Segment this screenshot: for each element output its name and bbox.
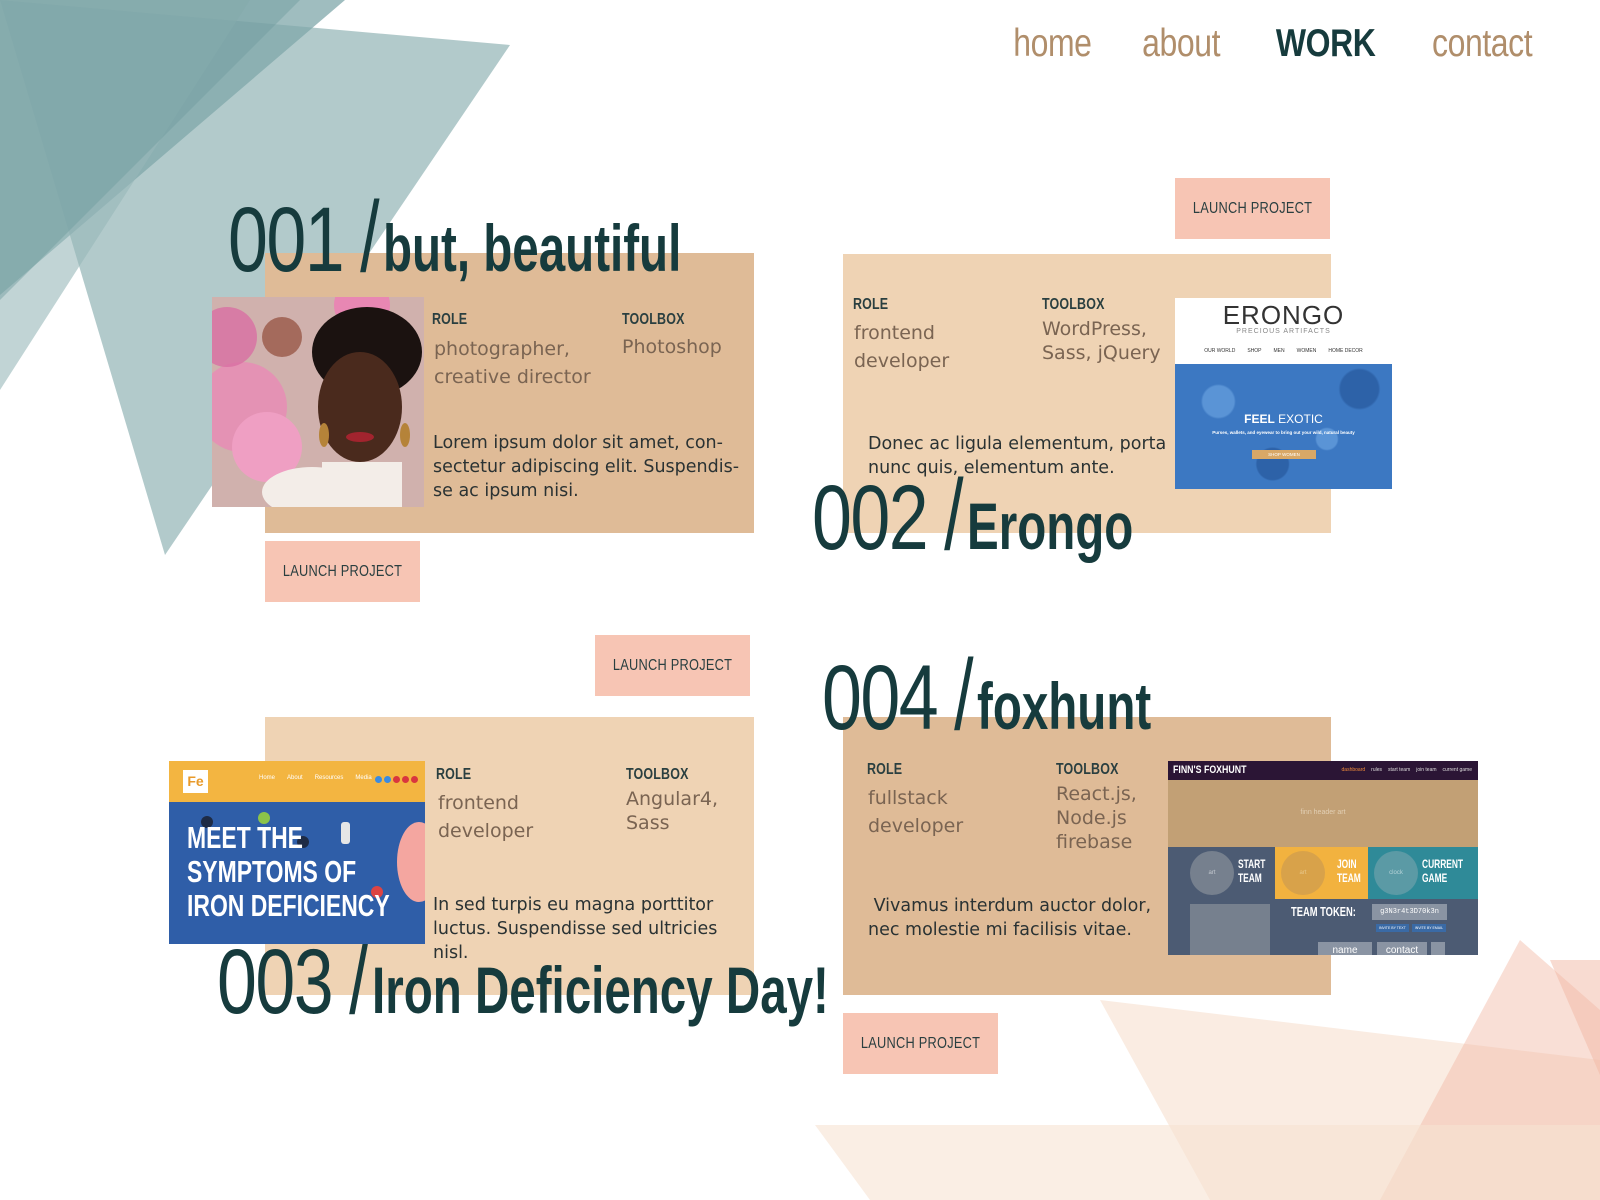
description-line-1: Donec ac ligula elementum, porta: [868, 434, 1167, 454]
foxhunt-menu: dashboard rules start team join team cur…: [1342, 767, 1472, 773]
social-icons: [375, 776, 418, 783]
iron-menu-item: About: [287, 775, 303, 781]
name-field: name: [1318, 942, 1372, 955]
team-token-label: TEAM TOKEN:: [1291, 904, 1356, 919]
nav-work[interactable]: WORK: [1276, 22, 1376, 66]
toolbox-line-2: Node.js: [1056, 807, 1127, 829]
toolbox-line-1: Angular4,: [626, 788, 719, 810]
invite-text-button: INVITE BY TEXT: [1376, 924, 1409, 932]
foxhunt-menu-item: dashboard: [1341, 767, 1366, 773]
erongo-menu-item: OUR WORLD: [1204, 348, 1236, 354]
toolbox-line-2: Sass, jQuery: [1042, 342, 1161, 364]
project-003-launch-button[interactable]: LAUNCH PROJECT: [595, 635, 750, 696]
iron-header: Fe Home About Resources Media: [169, 761, 425, 802]
project-001-title: 001/but, beautiful: [228, 181, 682, 293]
iron-menu: Home About Resources Media: [259, 775, 372, 781]
role-line-1: fullstack: [868, 787, 948, 809]
role-line-1: frontend: [854, 322, 935, 344]
project-002-title: 002/Erongo: [812, 459, 1134, 571]
role-line-1: photographer,: [434, 338, 570, 360]
erongo-menu-item: SHOP: [1247, 348, 1262, 354]
role-line-2: developer: [868, 815, 964, 837]
foxhunt-header: FINN'S FOXHUNT dashboard rules start tea…: [1168, 761, 1478, 780]
toolbox-label: TOOLBOX: [626, 766, 689, 783]
project-number: 002: [812, 467, 929, 569]
toolbox-line-1: React.js,: [1056, 783, 1137, 805]
project-001-photo: [212, 297, 424, 507]
main-nav: home about WORK contact: [996, 22, 1533, 66]
iron-headline-2: SYMPTOMS OF: [187, 854, 357, 889]
contact-field: contact: [1377, 942, 1427, 955]
nav-about[interactable]: about: [1142, 22, 1220, 66]
iron-menu-item: Home: [259, 775, 276, 781]
description-line-1: Vivamus interdum auctor dolor,: [868, 896, 1152, 916]
project-number: 004: [822, 647, 939, 749]
foxhunt-tile: art JOIN TEAM: [1275, 847, 1368, 899]
iron-headline-3: IRON DEFICIENCY: [187, 888, 390, 923]
invite-email-button: INVITE BY EMAIL: [1411, 924, 1447, 932]
role-line-2: creative director: [434, 366, 591, 388]
foxhunt-menu-item: start team: [1388, 767, 1411, 773]
erongo-cta: SHOP WOMEN: [1252, 450, 1316, 459]
toolbox-line-2: Sass: [626, 812, 670, 834]
toolbox-label: TOOLBOX: [1042, 296, 1105, 313]
project-number: 003: [217, 931, 334, 1033]
project-number: 001: [228, 189, 345, 291]
foxhunt-tile: art START TEAM: [1168, 847, 1275, 899]
project-004-screenshot: FINN'S FOXHUNT dashboard rules start tea…: [1168, 761, 1478, 955]
toolbox-line-1: Photoshop: [622, 336, 722, 358]
foxhunt-menu-item: rules: [1371, 767, 1382, 773]
description-line-1: Lorem ipsum dolor sit amet, con-: [433, 433, 723, 453]
iron-menu-item: Media: [355, 775, 372, 781]
project-003-screenshot: Fe Home About Resources Media MEET THE S…: [169, 761, 425, 944]
role-line-1: frontend: [438, 792, 519, 814]
nav-home[interactable]: home: [1013, 22, 1092, 66]
description-line-3: se ac ipsum nisi.: [433, 481, 579, 501]
project-001-launch-button[interactable]: LAUNCH PROJECT: [265, 541, 420, 602]
erongo-subline: Purses, wallets, and eyewear to bring ou…: [1212, 430, 1355, 435]
erongo-menu-item: MEN: [1273, 348, 1285, 354]
description-line-1: In sed turpis eu magna porttitor: [433, 895, 714, 915]
erongo-hero: FEEL EXOTIC Purses, wallets, and eyewear…: [1175, 364, 1392, 489]
erongo-brand: ERONGO: [1222, 300, 1345, 330]
role-label: ROLE: [436, 766, 472, 783]
iron-logo: Fe: [183, 770, 208, 793]
team-token-value: g3N3r4t3D70k3n: [1372, 904, 1447, 920]
iron-headline-1: MEET THE: [187, 820, 303, 855]
project-004-title: 004/foxhunt: [822, 639, 1152, 751]
foxhunt-header-art: finn header art: [1168, 780, 1478, 847]
project-name: foxhunt: [977, 669, 1152, 743]
erongo-menu-item: HOME DECOR: [1328, 348, 1363, 354]
role-line-2: developer: [438, 820, 534, 842]
role-label: ROLE: [867, 761, 903, 778]
erongo-menu: OUR WORLD SHOP MEN WOMEN HOME DECOR: [1175, 348, 1392, 354]
project-name: but, beautiful: [383, 211, 682, 285]
project-name: Iron Deficiency Day!: [372, 953, 830, 1027]
toolbox-line-1: WordPress,: [1042, 318, 1147, 340]
foxhunt-brand: FINN'S FOXHUNT: [1173, 764, 1247, 776]
toolbox-label: TOOLBOX: [622, 311, 685, 328]
nav-contact[interactable]: contact: [1432, 22, 1533, 66]
erongo-tagline: PRECIOUS ARTIFACTS: [1236, 328, 1331, 335]
project-name: Erongo: [967, 489, 1134, 563]
role-label: ROLE: [853, 296, 889, 313]
erongo-menu-item: WOMEN: [1296, 348, 1317, 354]
erongo-headline-b: EXOTIC: [1278, 412, 1323, 426]
project-002-launch-button[interactable]: LAUNCH PROJECT: [1175, 178, 1330, 239]
role-line-2: developer: [854, 350, 950, 372]
role-label: ROLE: [432, 311, 468, 328]
project-002-screenshot: ERONGO PRECIOUS ARTIFACTS OUR WORLD SHOP…: [1175, 298, 1392, 489]
toolbox-label: TOOLBOX: [1056, 761, 1119, 778]
description-line-2: sectetur adipiscing elit. Suspendis-: [433, 457, 740, 477]
foxhunt-menu-item: join team: [1416, 767, 1437, 773]
iron-menu-item: Resources: [314, 775, 344, 781]
toolbox-line-3: firebase: [1056, 831, 1133, 853]
foxhunt-menu-item: current game: [1442, 767, 1472, 773]
foxhunt-tile: clock CURRENT GAME: [1368, 847, 1478, 899]
erongo-headline-a: FEEL: [1244, 412, 1275, 426]
